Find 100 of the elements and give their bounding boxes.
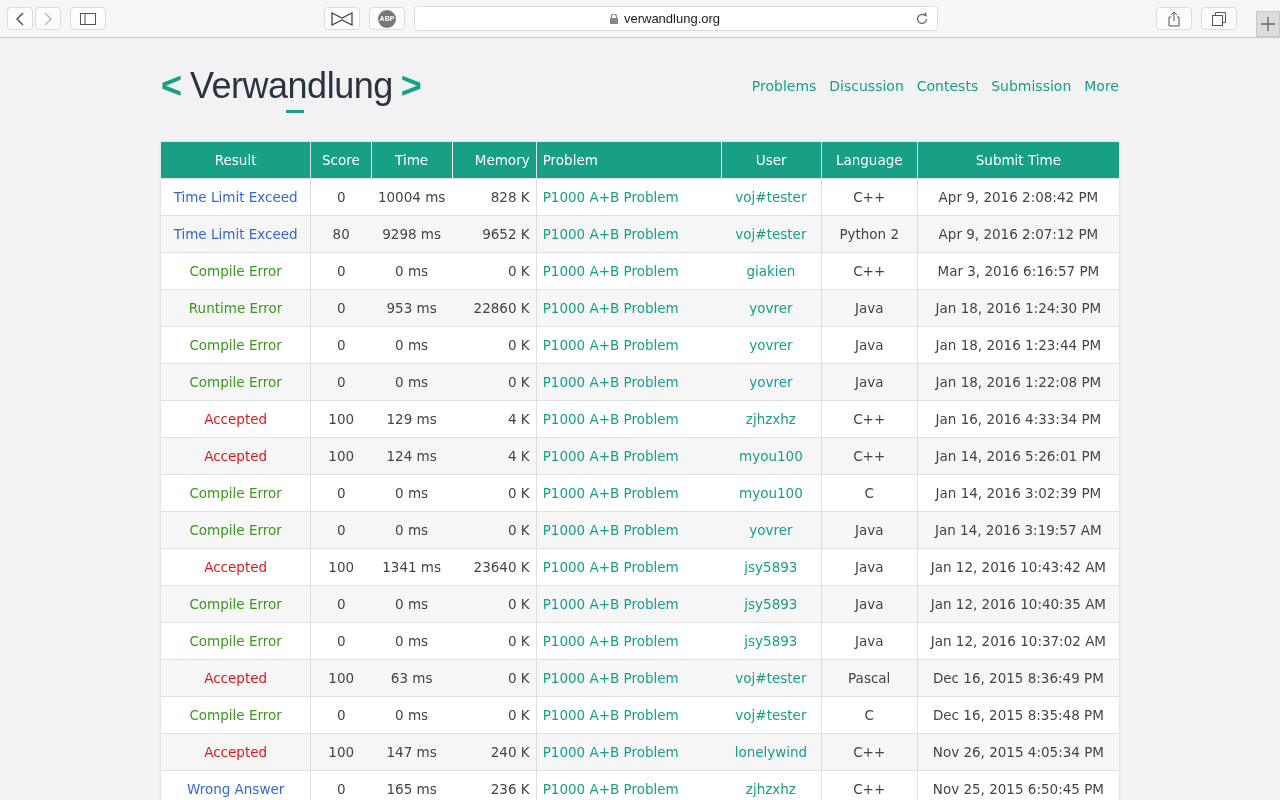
address-bar[interactable]: verwandlung.org [414,6,938,31]
user-link[interactable]: voj#tester [735,189,807,205]
score-cell: 0 [310,289,372,327]
problem-link[interactable]: P1000 A+B Problem [542,781,679,797]
bowtie-extension-button[interactable] [324,7,360,30]
language-cell: Java [821,289,918,327]
user-link[interactable]: voj#tester [735,707,807,723]
memory-cell: 240 K [452,733,537,771]
column-header: Memory [452,142,537,179]
time-cell: 0 ms [371,363,453,401]
score-cell: 0 [310,585,372,623]
logo-bracket: < [161,65,183,107]
result-link[interactable]: Compile Error [189,633,282,649]
result-link[interactable]: Compile Error [189,337,282,353]
score-cell: 0 [310,363,372,401]
memory-cell: 0 K [452,363,537,401]
time-cell: 9298 ms [371,215,453,253]
problem-link[interactable]: P1000 A+B Problem [542,485,679,501]
memory-cell: 4 K [452,437,537,475]
nav-link[interactable]: Discussion [829,78,904,94]
score-cell: 100 [310,659,372,697]
tabs-icon [1212,11,1226,26]
user-link[interactable]: yovrer [749,337,793,353]
time-cell: 124 ms [371,437,453,475]
score-cell: 80 [310,215,372,253]
nav-link[interactable]: Submission [991,78,1072,94]
lock-icon [609,13,618,24]
result-link[interactable]: Accepted [204,670,268,686]
column-header: Result [161,142,311,179]
problem-link[interactable]: P1000 A+B Problem [542,633,679,649]
language-cell: Java [821,585,918,623]
result-link[interactable]: Time Limit Exceed [173,189,298,205]
time-cell: 63 ms [371,659,453,697]
problem-link[interactable]: P1000 A+B Problem [542,411,679,427]
reload-icon[interactable] [915,11,929,26]
user-link[interactable]: yovrer [749,300,793,316]
column-header: Problem [536,142,722,179]
submit-time-cell: Jan 14, 2016 3:19:57 AM [917,511,1119,549]
submit-time-cell: Jan 14, 2016 5:26:01 PM [917,437,1119,475]
user-link[interactable]: jsy5893 [744,633,798,649]
nav-link[interactable]: Problems [751,78,817,94]
forward-icon [43,11,53,26]
problem-link[interactable]: P1000 A+B Problem [542,189,679,205]
user-link[interactable]: zjhzxhz [745,781,796,797]
score-cell: 100 [310,733,372,771]
tabs-button[interactable] [1201,7,1237,30]
sidebar-icon [80,12,96,25]
result-link[interactable]: Accepted [204,411,268,427]
result-link[interactable]: Accepted [204,448,268,464]
user-link[interactable]: myou100 [739,485,803,501]
column-header: User [721,142,822,179]
result-link[interactable]: Compile Error [189,263,282,279]
result-link[interactable]: Compile Error [189,707,282,723]
url-text: verwandlung.org [623,11,721,26]
memory-cell: 0 K [452,659,537,697]
user-link[interactable]: giakien [746,263,796,279]
language-cell: C++ [821,437,918,475]
logo-bracket: > [400,65,422,107]
submit-time-cell: Apr 9, 2016 2:07:12 PM [917,215,1119,253]
problem-link[interactable]: P1000 A+B Problem [542,337,679,353]
bowtie-icon [331,11,353,26]
time-cell: 0 ms [371,511,453,549]
submit-time-cell: Nov 25, 2015 6:50:45 PM [917,770,1119,800]
nav-link[interactable]: Contests [916,78,979,94]
site-logo[interactable]: < Verwandlung > [161,65,422,107]
back-button[interactable] [7,7,33,30]
new-tab-button[interactable] [1256,11,1280,37]
problem-link[interactable]: P1000 A+B Problem [542,263,679,279]
problem-link[interactable]: P1000 A+B Problem [542,707,679,723]
memory-cell: 236 K [452,770,537,800]
language-cell: Java [821,363,918,401]
share-icon [1168,10,1180,27]
nav-link[interactable]: More [1084,78,1119,94]
sidebar-button[interactable] [70,7,106,30]
submit-time-cell: Nov 26, 2015 4:05:34 PM [917,733,1119,771]
language-cell: C++ [821,770,918,800]
user-link[interactable]: yovrer [749,374,793,390]
time-cell: 147 ms [371,733,453,771]
user-link[interactable]: yovrer [749,522,793,538]
submit-time-cell: Dec 16, 2015 8:36:49 PM [917,659,1119,697]
time-cell: 165 ms [371,770,453,800]
plus-icon [1261,17,1275,31]
user-link[interactable]: zjhzxhz [745,411,796,427]
score-cell: 0 [310,770,372,800]
underscore-mark [286,110,305,113]
language-cell: Java [821,511,918,549]
memory-cell: 0 K [452,585,537,623]
result-link[interactable]: Accepted [204,559,268,575]
column-header: Time [371,142,453,179]
result-link[interactable]: Compile Error [189,485,282,501]
column-header: Language [821,142,918,179]
problem-link[interactable]: P1000 A+B Problem [542,559,679,575]
memory-cell: 0 K [452,511,537,549]
user-link[interactable]: jsy5893 [744,559,798,575]
result-link[interactable]: Accepted [204,744,268,760]
back-icon [15,11,25,26]
memory-cell: 22860 K [452,289,537,327]
result-link[interactable]: Wrong Answer [186,781,285,797]
time-cell: 0 ms [371,585,453,623]
language-cell: C++ [821,733,918,771]
